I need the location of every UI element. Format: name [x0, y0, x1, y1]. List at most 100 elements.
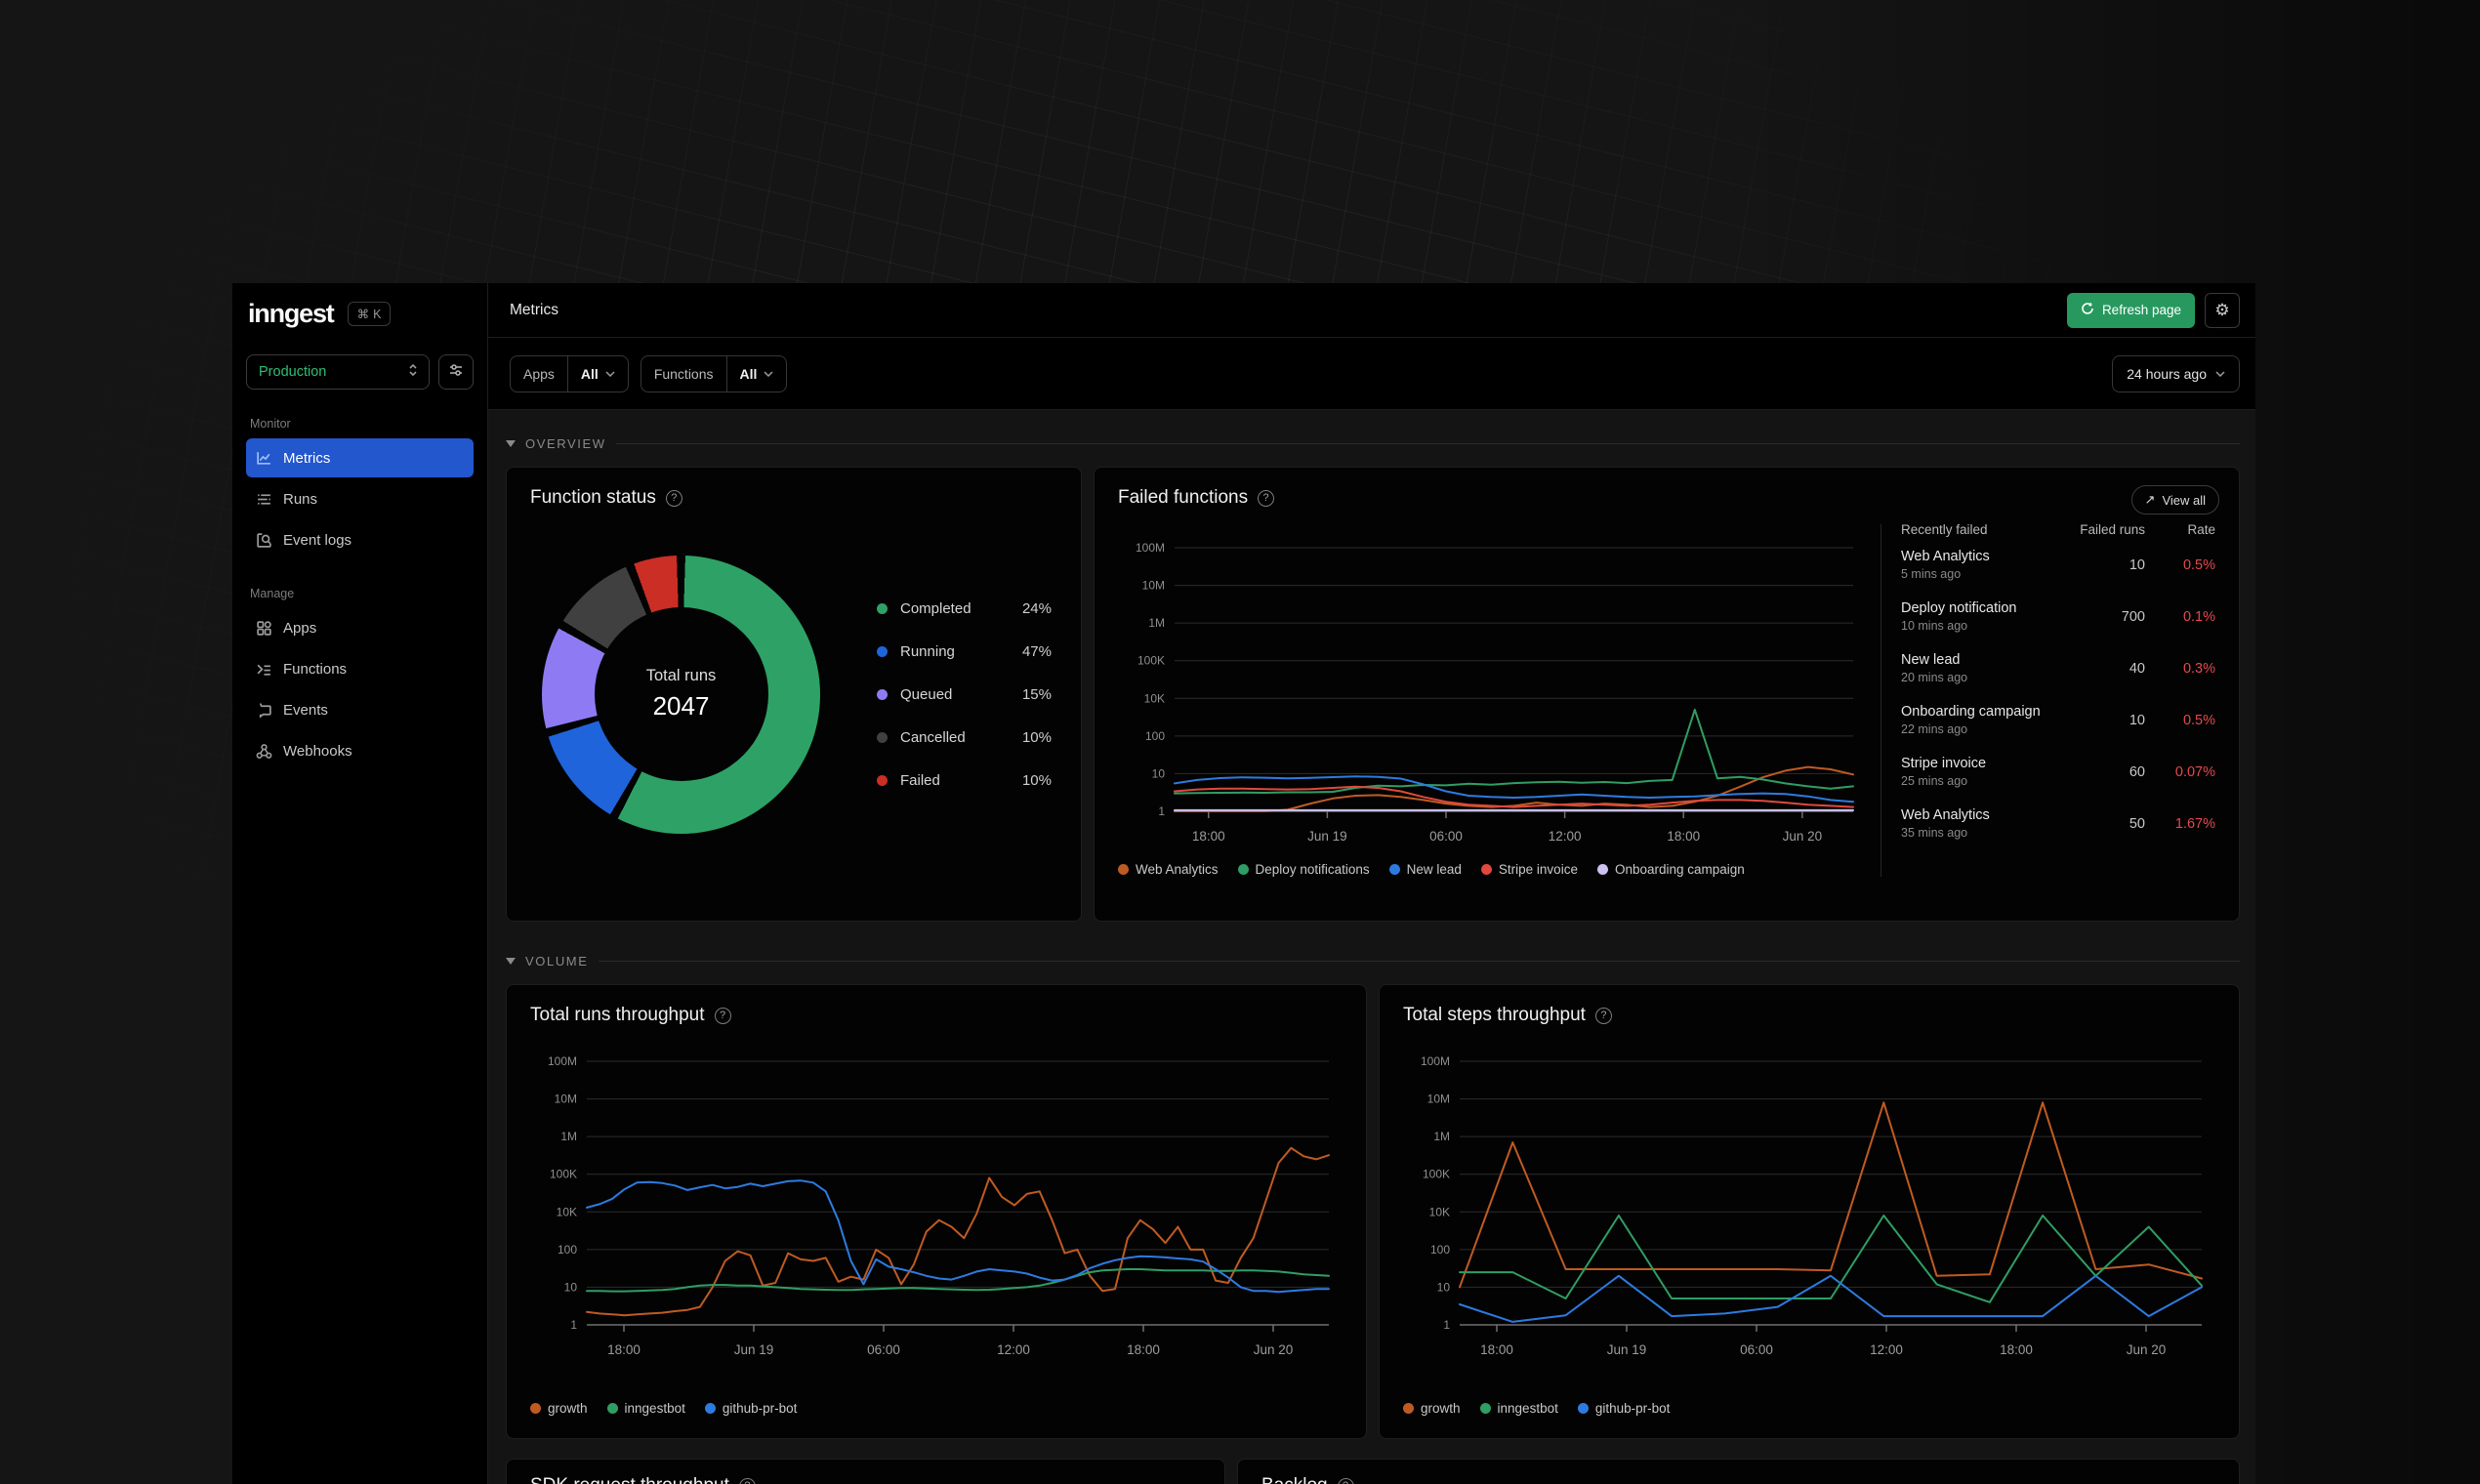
total-steps-throughput-card: Total steps throughput ? 100M 10M 1M 100K 10… — [1379, 984, 2240, 1439]
functions-filter[interactable]: Functions All — [640, 354, 788, 392]
apps-filter[interactable]: Apps All — [510, 354, 629, 392]
svg-text:100: 100 — [558, 1243, 577, 1257]
svg-text:100M: 100M — [1421, 1054, 1450, 1068]
environment-select[interactable]: Production — [246, 354, 430, 390]
help-icon[interactable]: ? — [1258, 489, 1275, 507]
sidebar-item-label: Metrics — [283, 449, 331, 467]
table-row: New lead 20 mins ago 40 0.3% — [1901, 652, 2215, 684]
volume-section-label: VOLUME — [525, 953, 589, 969]
backlog-card: Backlog ? — [1237, 1459, 2240, 1484]
metrics-icon — [257, 451, 270, 465]
sidebar-item-functions[interactable]: Functions — [246, 649, 474, 688]
inngest-logo: inngest — [248, 299, 335, 328]
svg-text:100: 100 — [1430, 1243, 1450, 1257]
sdk-request-throughput-title: SDK request throughput — [530, 1475, 729, 1484]
svg-text:Jun 19: Jun 19 — [1307, 829, 1347, 844]
functions-filter-label: Functions — [653, 365, 714, 382]
command-k-shortcut: ⌘ K — [347, 302, 392, 326]
settings-button[interactable]: ⚙ — [2205, 292, 2240, 328]
time-range-select[interactable]: 24 hours ago — [2112, 354, 2240, 392]
monitor-section-label: Monitor — [250, 417, 291, 431]
svg-text:06:00: 06:00 — [1429, 829, 1463, 844]
help-icon[interactable]: ? — [714, 1007, 731, 1024]
svg-text:1: 1 — [1443, 1318, 1450, 1332]
function-link[interactable]: Web Analytics — [1901, 807, 2077, 823]
volume-collapse-caret[interactable] — [506, 957, 516, 965]
svg-text:1: 1 — [570, 1318, 577, 1332]
filter-bar: Apps All Functions All 24 hours ago — [488, 338, 2255, 410]
event-logs-icon — [257, 532, 271, 548]
apps-filter-value: All — [580, 365, 599, 382]
view-all-button[interactable]: ↗ View all — [2130, 485, 2219, 515]
svg-text:100K: 100K — [1423, 1168, 1450, 1181]
failed-functions-card: Failed functions ? ↗ View all 100M 10M 1M 1… — [1094, 467, 2240, 922]
chevron-down-icon — [605, 370, 615, 377]
function-link[interactable]: Stripe invoice — [1901, 756, 2077, 771]
sidebar: inngest ⌘ K Production Monitor Metrics R… — [232, 283, 488, 1484]
sidebar-item-event-logs[interactable]: Event logs — [246, 520, 474, 559]
growth-dot — [1403, 1403, 1414, 1414]
completed-dot — [877, 602, 888, 614]
functions-icon — [257, 664, 270, 676]
github-pr-bot-dot — [704, 1403, 716, 1414]
sidebar-item-webhooks[interactable]: Webhooks — [246, 731, 474, 770]
function-link[interactable]: Onboarding campaign — [1901, 704, 2077, 720]
web-analytics-dot — [1118, 864, 1129, 875]
svg-text:18:00: 18:00 — [1667, 829, 1700, 844]
legend-row: Running 47% — [877, 630, 1052, 673]
sidebar-item-events[interactable]: Events — [246, 690, 474, 729]
sidebar-item-metrics[interactable]: Metrics — [246, 438, 474, 477]
total-runs-label: Total runs — [645, 667, 717, 684]
help-icon[interactable]: ? — [1594, 1007, 1612, 1024]
apps-icon — [257, 620, 271, 636]
svg-text:100: 100 — [1145, 729, 1165, 743]
svg-text:100K: 100K — [1137, 654, 1165, 668]
refresh-page-button[interactable]: Refresh page — [2066, 292, 2195, 328]
chevron-updown-icon — [407, 362, 419, 382]
overview-collapse-caret[interactable] — [506, 439, 516, 447]
sidebar-item-label: Functions — [283, 660, 348, 678]
function-link[interactable]: Web Analytics — [1901, 549, 2077, 564]
help-icon[interactable]: ? — [738, 1477, 756, 1484]
total-steps-legend: growth inngestbot github-pr-bot — [1403, 1401, 2215, 1416]
total-runs-throughput-title: Total runs throughput — [530, 1005, 705, 1025]
sidebar-item-label: Apps — [283, 619, 317, 637]
svg-text:Jun 20: Jun 20 — [1783, 829, 1823, 844]
overview-section-label: OVERVIEW — [525, 435, 606, 451]
legend-row: Completed 24% — [877, 587, 1052, 630]
function-link[interactable]: Deploy notification — [1901, 600, 2077, 616]
total-runs-legend: growth inngestbot github-pr-bot — [530, 1401, 1343, 1416]
help-icon[interactable]: ? — [1337, 1477, 1354, 1484]
functions-filter-value: All — [739, 365, 758, 382]
runs-icon — [258, 493, 270, 505]
function-status-title: Function status — [530, 487, 656, 508]
svg-text:18:00: 18:00 — [1127, 1342, 1160, 1357]
svg-text:10: 10 — [1152, 766, 1166, 780]
arrow-up-right-icon: ↗ — [2144, 492, 2156, 507]
github-pr-bot-dot — [1577, 1403, 1589, 1414]
onboarding-campaign-dot — [1596, 864, 1608, 875]
help-icon[interactable]: ? — [665, 489, 682, 507]
svg-text:100M: 100M — [548, 1054, 577, 1068]
section-rule — [598, 960, 2240, 962]
sidebar-item-runs[interactable]: Runs — [246, 479, 474, 518]
sidebar-item-label: Events — [283, 701, 328, 719]
environment-filter-button[interactable] — [438, 354, 474, 390]
sidebar-item-apps[interactable]: Apps — [246, 608, 474, 647]
total-runs-throughput-card: Total runs throughput ? 100M 10M 1M 100K 10K… — [506, 984, 1367, 1439]
table-row: Web Analytics 5 mins ago 10 0.5% — [1901, 549, 2215, 581]
svg-text:18:00: 18:00 — [2000, 1342, 2033, 1357]
svg-text:10M: 10M — [555, 1092, 577, 1106]
running-dot — [877, 645, 888, 657]
sidebar-item-label: Webhooks — [283, 742, 352, 760]
page-title: Metrics — [510, 301, 558, 318]
svg-text:Jun 19: Jun 19 — [1607, 1342, 1647, 1357]
total-runs-value: 2047 — [652, 691, 710, 721]
chevron-down-icon — [2215, 370, 2225, 377]
function-link[interactable]: New lead — [1901, 652, 2077, 668]
failed-functions-chart-legend: Web Analytics Deploy notifications New l… — [1118, 862, 1867, 877]
cancelled-dot — [877, 731, 888, 743]
col-rate: Rate — [2187, 522, 2215, 537]
command-icon: ⌘ — [356, 308, 370, 321]
table-row: Onboarding campaign 22 mins ago 10 0.5% — [1901, 704, 2215, 736]
